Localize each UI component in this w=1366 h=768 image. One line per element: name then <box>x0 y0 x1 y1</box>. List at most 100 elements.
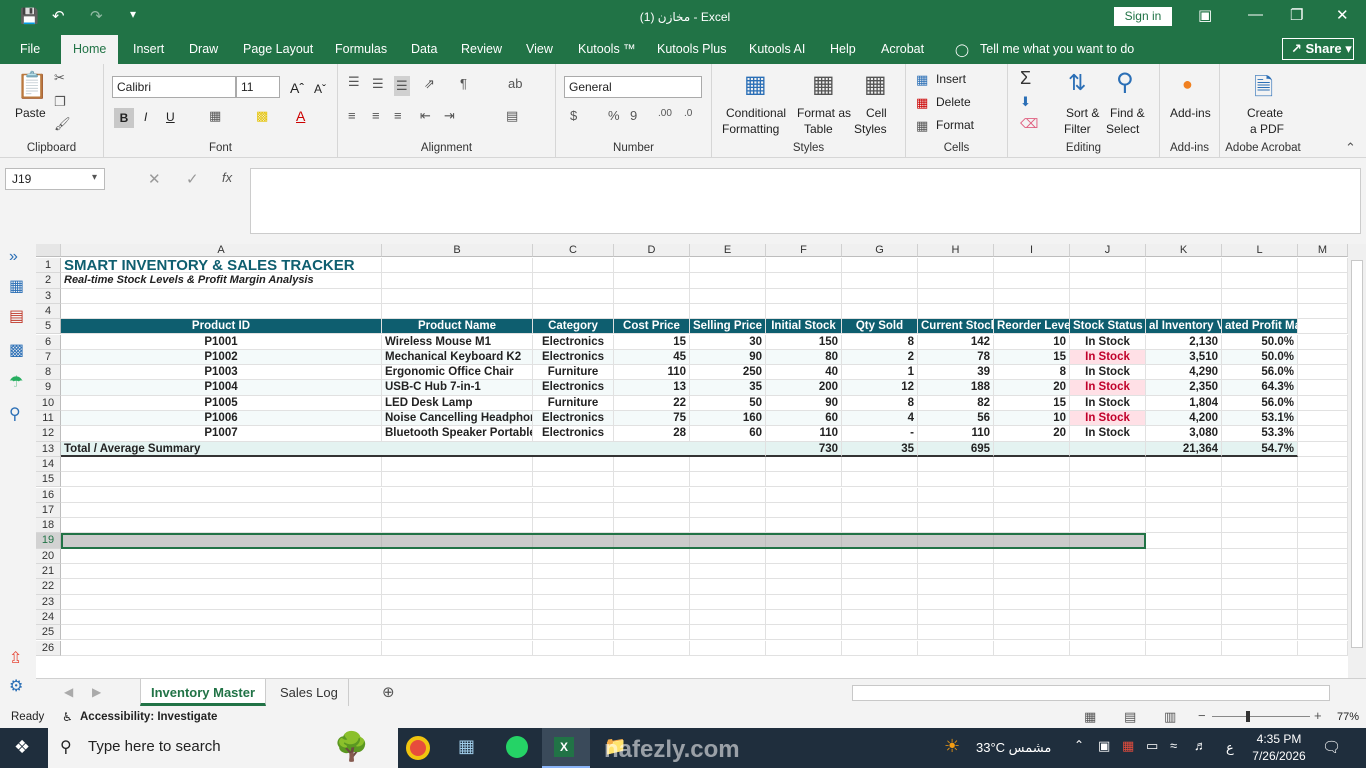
chart-icon[interactable]: ▩ <box>9 340 24 360</box>
increase-font-icon[interactable]: Aˆ <box>290 80 304 96</box>
cell-i1[interactable] <box>994 258 1070 274</box>
cell-c2[interactable] <box>533 273 614 289</box>
cell-a11[interactable]: P1006 <box>61 411 382 427</box>
cell-k4[interactable] <box>1146 303 1222 320</box>
cell-i25[interactable] <box>994 625 1070 641</box>
row-header-16[interactable]: 16 <box>36 487 61 503</box>
cell-a21[interactable] <box>61 564 382 580</box>
cell-b15[interactable] <box>382 472 533 488</box>
cell-e14[interactable] <box>690 456 766 473</box>
cell-k19[interactable] <box>1146 533 1222 549</box>
tab-help[interactable]: Help <box>830 42 856 56</box>
row-header-26[interactable]: 26 <box>36 640 61 656</box>
cell-m24[interactable] <box>1298 609 1348 626</box>
cell-j26[interactable] <box>1070 640 1146 656</box>
cell-m22[interactable] <box>1298 579 1348 595</box>
cell-k10[interactable]: 1,804 <box>1146 395 1222 411</box>
cell-i24[interactable] <box>994 609 1070 626</box>
cell-l7[interactable]: 50.0% <box>1222 349 1298 366</box>
undo-icon[interactable]: ↶ <box>52 7 65 25</box>
zoom-slider[interactable] <box>1212 716 1310 717</box>
cell-m2[interactable] <box>1298 273 1348 289</box>
cell-j7[interactable]: In Stock <box>1070 349 1146 366</box>
cell-i6[interactable]: 10 <box>994 334 1070 350</box>
cell-a23[interactable] <box>61 594 382 610</box>
cell-k9[interactable]: 2,350 <box>1146 380 1222 396</box>
cell-b23[interactable] <box>382 594 533 610</box>
cell-f22[interactable] <box>766 579 842 595</box>
cell-a24[interactable] <box>61 609 382 626</box>
insert-cells-icon[interactable]: ▦ <box>916 72 928 88</box>
sheet-tab-sales-log[interactable]: Sales Log <box>270 679 349 706</box>
cell-b6[interactable]: Wireless Mouse M1 <box>382 334 533 350</box>
cell-e20[interactable] <box>690 548 766 564</box>
cell-f4[interactable] <box>766 303 842 320</box>
cell-g4[interactable] <box>842 303 918 320</box>
save-icon[interactable]: 💾 <box>20 7 39 25</box>
cell-g16[interactable] <box>842 487 918 503</box>
normal-view-icon[interactable]: ▦ <box>1084 709 1096 725</box>
row-header-23[interactable]: 23 <box>36 594 61 610</box>
cut-icon[interactable]: ✂ <box>54 70 65 86</box>
cell-h15[interactable] <box>918 472 994 488</box>
cell-m3[interactable] <box>1298 288 1348 304</box>
fill-color-icon[interactable]: ▩ <box>256 108 268 124</box>
horizontal-scrollbar[interactable] <box>852 685 1330 701</box>
cell-d26[interactable] <box>614 640 690 656</box>
merge-center-icon[interactable]: ▤ <box>506 108 518 124</box>
cell-i15[interactable] <box>994 472 1070 488</box>
cell-h17[interactable] <box>918 502 994 519</box>
cell-k20[interactable] <box>1146 548 1222 564</box>
cell-m23[interactable] <box>1298 594 1348 610</box>
cell-i7[interactable]: 15 <box>994 349 1070 366</box>
cell-j23[interactable] <box>1070 594 1146 610</box>
bold-button[interactable]: B <box>114 108 134 128</box>
cell-h8[interactable]: 39 <box>918 365 994 381</box>
find-label[interactable]: Find & <box>1110 106 1145 120</box>
cell-a6[interactable]: P1001 <box>61 334 382 350</box>
cell-g10[interactable]: 8 <box>842 395 918 411</box>
page-break-view-icon[interactable]: ▥ <box>1164 709 1176 725</box>
next-sheet-icon[interactable]: ▶ <box>92 685 101 699</box>
align-center-icon[interactable]: ≡ <box>372 108 380 123</box>
cell-d2[interactable] <box>614 273 690 289</box>
table-label[interactable]: Table <box>804 122 833 136</box>
cell-j13[interactable] <box>1070 441 1146 457</box>
tab-draw[interactable]: Draw <box>189 42 218 56</box>
header-l[interactable]: ated Profit Ma <box>1222 319 1298 335</box>
cell-g26[interactable] <box>842 640 918 656</box>
row-header-21[interactable]: 21 <box>36 564 61 580</box>
cell-k22[interactable] <box>1146 579 1222 595</box>
cell-l20[interactable] <box>1222 548 1298 564</box>
font-name-select[interactable]: Calibri <box>112 76 236 98</box>
top-align-icon[interactable]: ☰ <box>348 74 360 90</box>
cell-l21[interactable] <box>1222 564 1298 580</box>
meet-now-icon[interactable]: ▣ <box>1098 738 1110 754</box>
pdf-label[interactable]: a PDF <box>1250 122 1284 136</box>
cell-c8[interactable]: Furniture <box>533 365 614 381</box>
cell-d1[interactable] <box>614 258 690 274</box>
cell-b7[interactable]: Mechanical Keyboard K2 <box>382 349 533 366</box>
cell-k18[interactable] <box>1146 518 1222 534</box>
cell-a12[interactable]: P1007 <box>61 426 382 442</box>
cell-d14[interactable] <box>614 456 690 473</box>
collapse-ribbon-icon[interactable]: ⌃ <box>1345 140 1356 156</box>
cell-e10[interactable]: 50 <box>690 395 766 411</box>
header-a[interactable]: Product ID <box>61 319 382 335</box>
cell-h4[interactable] <box>918 303 994 320</box>
cell-m13[interactable] <box>1298 441 1348 457</box>
cell-b25[interactable] <box>382 625 533 641</box>
middle-align-icon[interactable]: ☰ <box>372 76 384 92</box>
column-header-i[interactable]: I <box>994 244 1070 257</box>
formula-input[interactable] <box>250 168 1361 234</box>
cell-c18[interactable] <box>533 518 614 534</box>
cell-j4[interactable] <box>1070 303 1146 320</box>
windows-start-icon[interactable]: ❖ <box>14 737 30 758</box>
cell-m26[interactable] <box>1298 640 1348 656</box>
column-header-e[interactable]: E <box>690 244 766 257</box>
name-box-dropdown-icon[interactable]: ▾ <box>92 172 97 183</box>
row-header-3[interactable]: 3 <box>36 288 61 304</box>
notification-center-icon[interactable]: 🗨 <box>1322 738 1341 756</box>
cell-k21[interactable] <box>1146 564 1222 580</box>
cell-m11[interactable] <box>1298 411 1348 427</box>
